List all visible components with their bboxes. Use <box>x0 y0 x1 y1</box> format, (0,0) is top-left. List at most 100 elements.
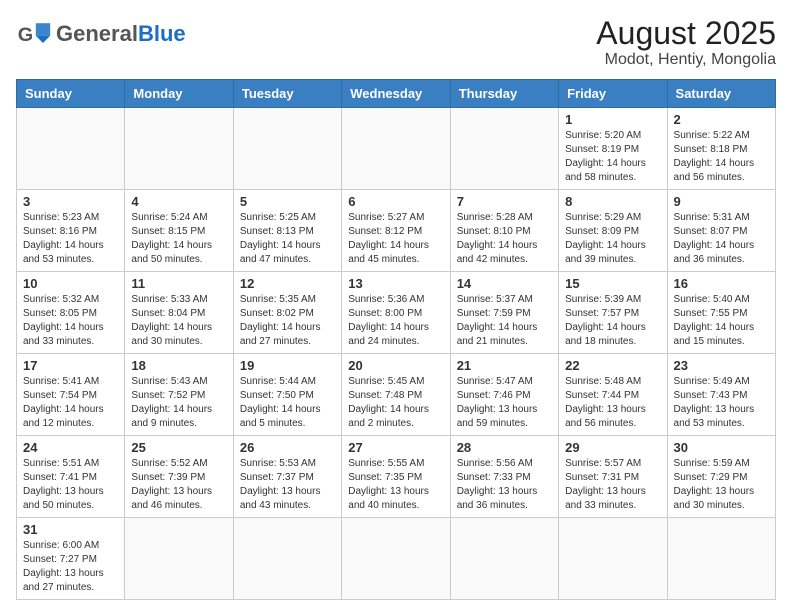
calendar-cell: 18 Sunrise: 5:43 AM Sunset: 7:52 PM Dayli… <box>125 354 233 436</box>
calendar-cell: 14 Sunrise: 5:37 AM Sunset: 7:59 PM Dayli… <box>450 272 558 354</box>
day-info: Sunrise: 5:41 AM Sunset: 7:54 PM Dayligh… <box>23 375 118 431</box>
day-info: Sunrise: 5:40 AM Sunset: 7:55 PM Dayligh… <box>674 293 769 349</box>
svg-text:G: G <box>18 24 33 46</box>
day-info: Sunrise: 5:32 AM Sunset: 8:05 PM Dayligh… <box>23 293 118 349</box>
day-number: 17 <box>23 358 118 373</box>
calendar-week-3: 10 Sunrise: 5:32 AM Sunset: 8:05 PM Dayli… <box>17 272 776 354</box>
page-header: G GeneralBlue August 2025 Modot, Hentiy,… <box>16 16 776 69</box>
calendar-cell <box>233 108 341 190</box>
day-info: Sunrise: 5:57 AM Sunset: 7:31 PM Dayligh… <box>565 457 660 513</box>
calendar-body: 1 Sunrise: 5:20 AM Sunset: 8:19 PM Daylig… <box>17 108 776 600</box>
day-number: 8 <box>565 194 660 209</box>
weekday-saturday: Saturday <box>667 80 775 108</box>
day-number: 12 <box>240 276 335 291</box>
day-info: Sunrise: 5:39 AM Sunset: 7:57 PM Dayligh… <box>565 293 660 349</box>
day-info: Sunrise: 5:25 AM Sunset: 8:13 PM Dayligh… <box>240 211 335 267</box>
calendar-cell: 7 Sunrise: 5:28 AM Sunset: 8:10 PM Daylig… <box>450 190 558 272</box>
day-info: Sunrise: 5:20 AM Sunset: 8:19 PM Dayligh… <box>565 129 660 185</box>
day-number: 5 <box>240 194 335 209</box>
day-number: 10 <box>23 276 118 291</box>
day-info: Sunrise: 5:28 AM Sunset: 8:10 PM Dayligh… <box>457 211 552 267</box>
calendar-cell: 17 Sunrise: 5:41 AM Sunset: 7:54 PM Dayli… <box>17 354 125 436</box>
day-info: Sunrise: 5:37 AM Sunset: 7:59 PM Dayligh… <box>457 293 552 349</box>
weekday-friday: Friday <box>559 80 667 108</box>
calendar-cell: 11 Sunrise: 5:33 AM Sunset: 8:04 PM Dayli… <box>125 272 233 354</box>
day-number: 18 <box>131 358 226 373</box>
calendar-week-5: 24Sunrise: 5:51 AM Sunset: 7:41 PM Dayli… <box>17 436 776 518</box>
month-title: August 2025 <box>596 16 776 51</box>
calendar-cell: 9Sunrise: 5:31 AM Sunset: 8:07 PM Daylig… <box>667 190 775 272</box>
calendar-cell <box>125 108 233 190</box>
day-number: 20 <box>348 358 443 373</box>
calendar-cell <box>17 108 125 190</box>
day-info: Sunrise: 5:33 AM Sunset: 8:04 PM Dayligh… <box>131 293 226 349</box>
calendar-cell: 5 Sunrise: 5:25 AM Sunset: 8:13 PM Daylig… <box>233 190 341 272</box>
day-info: Sunrise: 6:00 AM Sunset: 7:27 PM Dayligh… <box>23 539 118 595</box>
calendar-cell: 19 Sunrise: 5:44 AM Sunset: 7:50 PM Dayli… <box>233 354 341 436</box>
calendar-cell: 6 Sunrise: 5:27 AM Sunset: 8:12 PM Daylig… <box>342 190 450 272</box>
day-number: 4 <box>131 194 226 209</box>
calendar-cell: 12 Sunrise: 5:35 AM Sunset: 8:02 PM Dayli… <box>233 272 341 354</box>
day-number: 1 <box>565 112 660 127</box>
day-number: 28 <box>457 440 552 455</box>
day-number: 16 <box>674 276 769 291</box>
day-number: 2 <box>674 112 769 127</box>
day-info: Sunrise: 5:36 AM Sunset: 8:00 PM Dayligh… <box>348 293 443 349</box>
weekday-monday: Monday <box>125 80 233 108</box>
day-info: Sunrise: 5:23 AM Sunset: 8:16 PM Dayligh… <box>23 211 118 267</box>
calendar-cell: 31 Sunrise: 6:00 AM Sunset: 7:27 PM Dayli… <box>17 518 125 600</box>
day-info: Sunrise: 5:35 AM Sunset: 8:02 PM Dayligh… <box>240 293 335 349</box>
day-info: Sunrise: 5:45 AM Sunset: 7:48 PM Dayligh… <box>348 375 443 431</box>
calendar-cell: 22Sunrise: 5:48 AM Sunset: 7:44 PM Dayli… <box>559 354 667 436</box>
calendar-cell: 25 Sunrise: 5:52 AM Sunset: 7:39 PM Dayli… <box>125 436 233 518</box>
day-number: 13 <box>348 276 443 291</box>
day-number: 14 <box>457 276 552 291</box>
calendar-week-2: 3 Sunrise: 5:23 AM Sunset: 8:16 PM Daylig… <box>17 190 776 272</box>
day-number: 15 <box>565 276 660 291</box>
calendar-cell: 15 Sunrise: 5:39 AM Sunset: 7:57 PM Dayli… <box>559 272 667 354</box>
calendar-cell: 24Sunrise: 5:51 AM Sunset: 7:41 PM Dayli… <box>17 436 125 518</box>
calendar-week-4: 17 Sunrise: 5:41 AM Sunset: 7:54 PM Dayli… <box>17 354 776 436</box>
calendar-cell: 4 Sunrise: 5:24 AM Sunset: 8:15 PM Daylig… <box>125 190 233 272</box>
calendar-cell: 2 Sunrise: 5:22 AM Sunset: 8:18 PM Daylig… <box>667 108 775 190</box>
calendar-cell: 30Sunrise: 5:59 AM Sunset: 7:29 PM Dayli… <box>667 436 775 518</box>
day-info: Sunrise: 5:31 AM Sunset: 8:07 PM Dayligh… <box>674 211 769 267</box>
calendar-cell: 16 Sunrise: 5:40 AM Sunset: 7:55 PM Dayli… <box>667 272 775 354</box>
day-number: 31 <box>23 522 118 537</box>
day-info: Sunrise: 5:22 AM Sunset: 8:18 PM Dayligh… <box>674 129 769 185</box>
day-info: Sunrise: 5:47 AM Sunset: 7:46 PM Dayligh… <box>457 375 552 431</box>
day-number: 19 <box>240 358 335 373</box>
day-number: 11 <box>131 276 226 291</box>
calendar-cell <box>233 518 341 600</box>
day-info: Sunrise: 5:53 AM Sunset: 7:37 PM Dayligh… <box>240 457 335 513</box>
day-info: Sunrise: 5:48 AM Sunset: 7:44 PM Dayligh… <box>565 375 660 431</box>
day-number: 25 <box>131 440 226 455</box>
calendar-cell <box>450 108 558 190</box>
day-info: Sunrise: 5:59 AM Sunset: 7:29 PM Dayligh… <box>674 457 769 513</box>
calendar-cell <box>559 518 667 600</box>
day-number: 21 <box>457 358 552 373</box>
day-info: Sunrise: 5:52 AM Sunset: 7:39 PM Dayligh… <box>131 457 226 513</box>
weekday-tuesday: Tuesday <box>233 80 341 108</box>
calendar-cell: 3 Sunrise: 5:23 AM Sunset: 8:16 PM Daylig… <box>17 190 125 272</box>
day-info: Sunrise: 5:44 AM Sunset: 7:50 PM Dayligh… <box>240 375 335 431</box>
calendar-cell: 26Sunrise: 5:53 AM Sunset: 7:37 PM Dayli… <box>233 436 341 518</box>
calendar-cell: 13 Sunrise: 5:36 AM Sunset: 8:00 PM Dayli… <box>342 272 450 354</box>
logo-icon: G <box>16 16 52 52</box>
calendar-cell: 21 Sunrise: 5:47 AM Sunset: 7:46 PM Dayli… <box>450 354 558 436</box>
day-number: 7 <box>457 194 552 209</box>
calendar-cell <box>342 518 450 600</box>
day-info: Sunrise: 5:24 AM Sunset: 8:15 PM Dayligh… <box>131 211 226 267</box>
calendar-cell <box>667 518 775 600</box>
calendar-cell <box>450 518 558 600</box>
calendar-cell: 20 Sunrise: 5:45 AM Sunset: 7:48 PM Dayli… <box>342 354 450 436</box>
day-info: Sunrise: 5:55 AM Sunset: 7:35 PM Dayligh… <box>348 457 443 513</box>
day-info: Sunrise: 5:49 AM Sunset: 7:43 PM Dayligh… <box>674 375 769 431</box>
day-number: 27 <box>348 440 443 455</box>
day-number: 3 <box>23 194 118 209</box>
day-info: Sunrise: 5:43 AM Sunset: 7:52 PM Dayligh… <box>131 375 226 431</box>
day-info: Sunrise: 5:27 AM Sunset: 8:12 PM Dayligh… <box>348 211 443 267</box>
day-info: Sunrise: 5:56 AM Sunset: 7:33 PM Dayligh… <box>457 457 552 513</box>
day-number: 6 <box>348 194 443 209</box>
logo-text: GeneralBlue <box>56 23 186 45</box>
